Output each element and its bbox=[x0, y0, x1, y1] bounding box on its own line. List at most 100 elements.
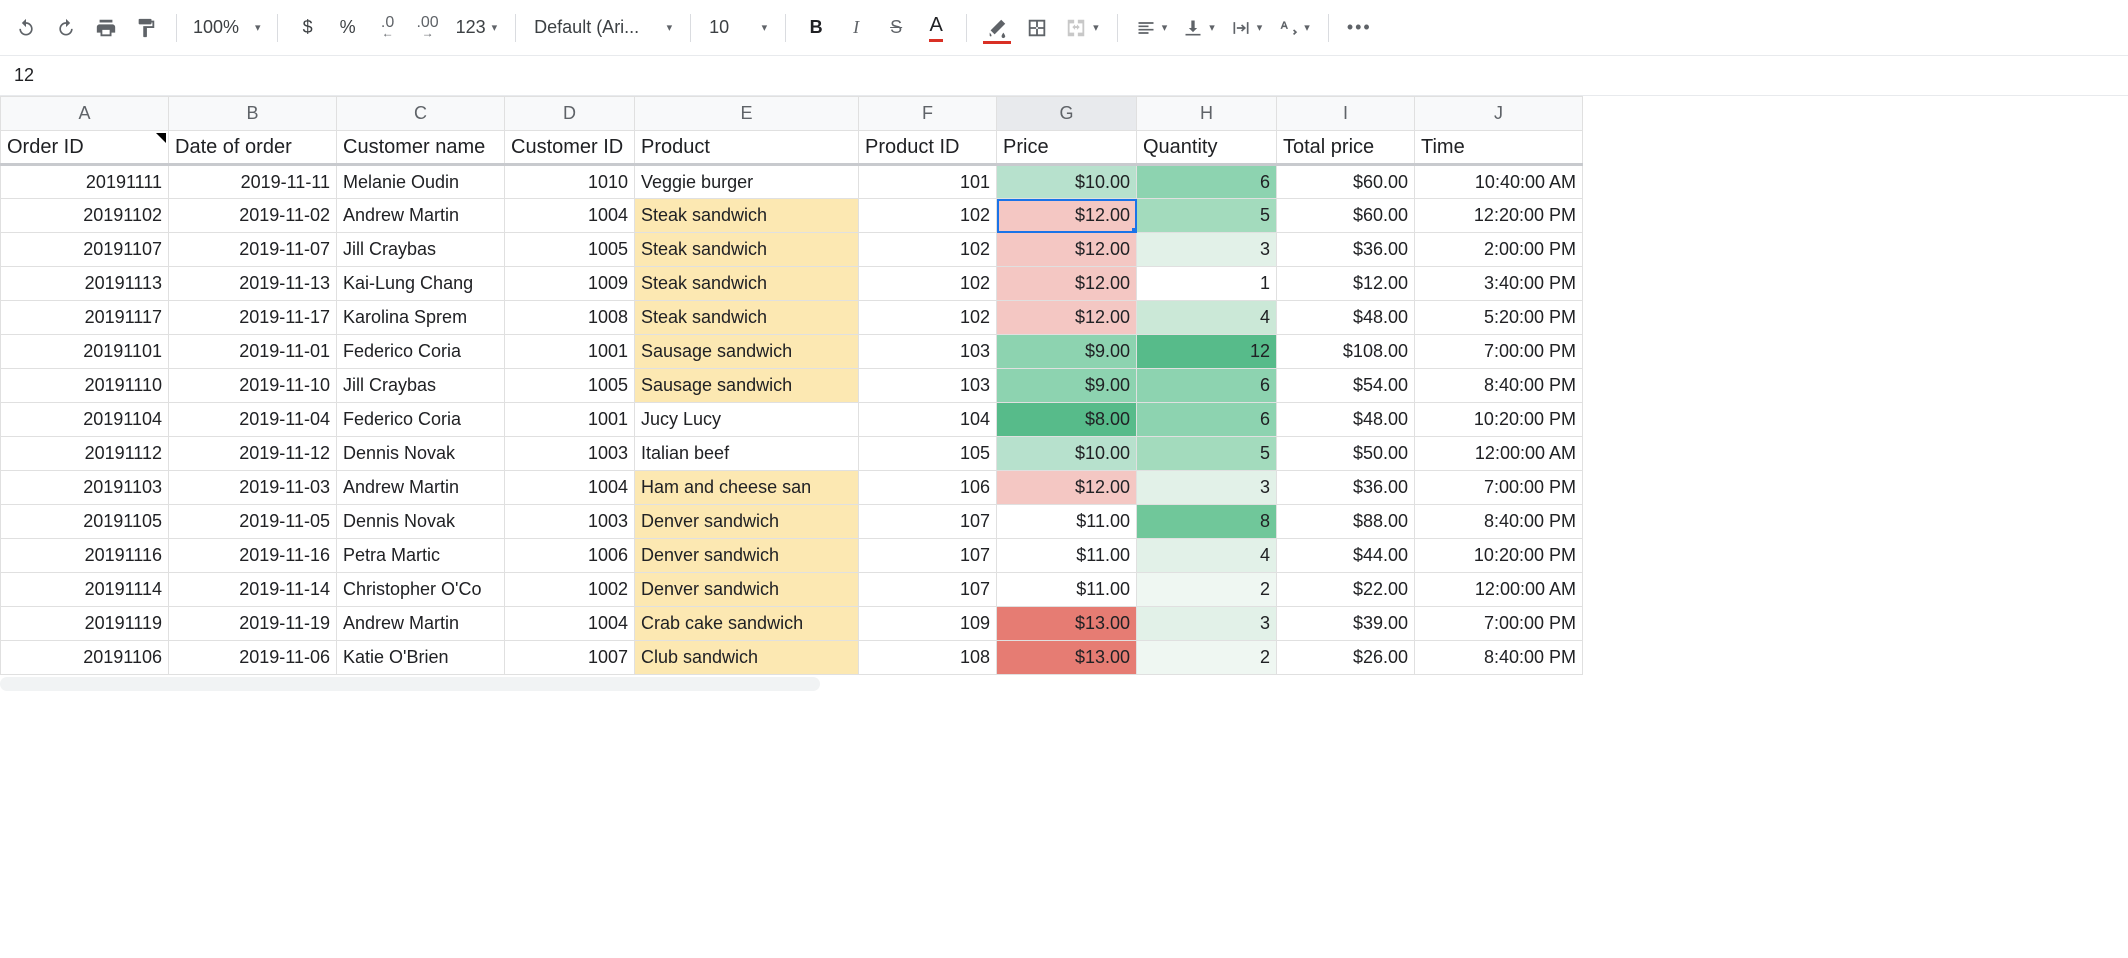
cell-D[interactable]: 1003 bbox=[505, 505, 635, 539]
cell-C[interactable]: Jill Craybas bbox=[337, 369, 505, 403]
cell-G[interactable]: $11.00 bbox=[997, 539, 1137, 573]
column-header-E[interactable]: E bbox=[635, 97, 859, 131]
column-header-F[interactable]: F bbox=[859, 97, 997, 131]
cell-E[interactable]: Club sandwich bbox=[635, 641, 859, 675]
cell-C[interactable]: Petra Martic bbox=[337, 539, 505, 573]
cell-J[interactable]: 8:40:00 PM bbox=[1415, 505, 1583, 539]
cell-G[interactable]: $9.00 bbox=[997, 335, 1137, 369]
cell-C[interactable]: Federico Coria bbox=[337, 403, 505, 437]
cell-I[interactable]: $48.00 bbox=[1277, 301, 1415, 335]
cell-B[interactable]: 2019-11-17 bbox=[169, 301, 337, 335]
cell-B[interactable]: 2019-11-14 bbox=[169, 573, 337, 607]
cell-J[interactable]: 7:00:00 PM bbox=[1415, 335, 1583, 369]
cell-F[interactable]: 107 bbox=[859, 539, 997, 573]
cell-E[interactable]: Crab cake sandwich bbox=[635, 607, 859, 641]
cell-D[interactable]: 1005 bbox=[505, 233, 635, 267]
cell-F[interactable]: 109 bbox=[859, 607, 997, 641]
cell-J[interactable]: 8:40:00 PM bbox=[1415, 641, 1583, 675]
cell-B[interactable]: 2019-11-03 bbox=[169, 471, 337, 505]
cell-A[interactable]: 20191114 bbox=[1, 573, 169, 607]
header-cell-F[interactable]: Product ID bbox=[859, 131, 997, 165]
cell-B[interactable]: 2019-11-01 bbox=[169, 335, 337, 369]
cell-C[interactable]: Christopher O'Co bbox=[337, 573, 505, 607]
cell-J[interactable]: 7:00:00 PM bbox=[1415, 471, 1583, 505]
cell-C[interactable]: Katie O'Brien bbox=[337, 641, 505, 675]
cell-E[interactable]: Sausage sandwich bbox=[635, 369, 859, 403]
cell-A[interactable]: 20191101 bbox=[1, 335, 169, 369]
cell-F[interactable]: 102 bbox=[859, 267, 997, 301]
header-cell-C[interactable]: Customer name bbox=[337, 131, 505, 165]
cell-F[interactable]: 103 bbox=[859, 335, 997, 369]
cell-H[interactable]: 3 bbox=[1137, 607, 1277, 641]
cell-H[interactable]: 5 bbox=[1137, 199, 1277, 233]
cell-F[interactable]: 102 bbox=[859, 233, 997, 267]
cell-I[interactable]: $36.00 bbox=[1277, 233, 1415, 267]
header-cell-G[interactable]: Price bbox=[997, 131, 1137, 165]
cell-F[interactable]: 104 bbox=[859, 403, 997, 437]
cell-A[interactable]: 20191105 bbox=[1, 505, 169, 539]
redo-button[interactable] bbox=[48, 10, 84, 46]
cell-B[interactable]: 2019-11-06 bbox=[169, 641, 337, 675]
cell-B[interactable]: 2019-11-07 bbox=[169, 233, 337, 267]
cell-H[interactable]: 3 bbox=[1137, 233, 1277, 267]
cell-D[interactable]: 1002 bbox=[505, 573, 635, 607]
cell-H[interactable]: 4 bbox=[1137, 301, 1277, 335]
header-cell-D[interactable]: Customer ID bbox=[505, 131, 635, 165]
cell-C[interactable]: Kai-Lung Chang bbox=[337, 267, 505, 301]
borders-button[interactable] bbox=[1019, 10, 1055, 46]
cell-J[interactable]: 3:40:00 PM bbox=[1415, 267, 1583, 301]
fill-color-button[interactable] bbox=[979, 10, 1015, 46]
cell-I[interactable]: $50.00 bbox=[1277, 437, 1415, 471]
text-rotation-dropdown[interactable] bbox=[1272, 10, 1316, 46]
bold-button[interactable]: B bbox=[798, 10, 834, 46]
cell-D[interactable]: 1004 bbox=[505, 471, 635, 505]
cell-A[interactable]: 20191116 bbox=[1, 539, 169, 573]
cell-B[interactable]: 2019-11-02 bbox=[169, 199, 337, 233]
cell-C[interactable]: Karolina Sprem bbox=[337, 301, 505, 335]
cell-H[interactable]: 1 bbox=[1137, 267, 1277, 301]
cell-G[interactable]: $13.00 bbox=[997, 607, 1137, 641]
column-header-I[interactable]: I bbox=[1277, 97, 1415, 131]
cell-C[interactable]: Dennis Novak bbox=[337, 437, 505, 471]
cell-H[interactable]: 6 bbox=[1137, 369, 1277, 403]
cell-J[interactable]: 12:00:00 AM bbox=[1415, 573, 1583, 607]
cell-I[interactable]: $39.00 bbox=[1277, 607, 1415, 641]
cell-A[interactable]: 20191104 bbox=[1, 403, 169, 437]
cell-A[interactable]: 20191107 bbox=[1, 233, 169, 267]
cell-C[interactable]: Andrew Martin bbox=[337, 471, 505, 505]
cell-A[interactable]: 20191110 bbox=[1, 369, 169, 403]
cell-J[interactable]: 12:00:00 AM bbox=[1415, 437, 1583, 471]
cell-E[interactable]: Jucy Lucy bbox=[635, 403, 859, 437]
horizontal-scrollbar[interactable] bbox=[0, 677, 820, 691]
column-header-G[interactable]: G bbox=[997, 97, 1137, 131]
cell-D[interactable]: 1007 bbox=[505, 641, 635, 675]
font-size-dropdown[interactable]: 10 bbox=[703, 10, 773, 46]
cell-E[interactable]: Veggie burger bbox=[635, 165, 859, 199]
cell-D[interactable]: 1006 bbox=[505, 539, 635, 573]
merge-cells-dropdown[interactable] bbox=[1059, 10, 1105, 46]
cell-I[interactable]: $44.00 bbox=[1277, 539, 1415, 573]
print-button[interactable] bbox=[88, 10, 124, 46]
cell-D[interactable]: 1001 bbox=[505, 335, 635, 369]
header-cell-A[interactable]: Order ID bbox=[1, 131, 169, 165]
decrease-decimal-button[interactable]: .0← bbox=[370, 10, 406, 46]
more-toolbar-button[interactable]: ••• bbox=[1341, 10, 1378, 46]
cell-H[interactable]: 6 bbox=[1137, 165, 1277, 199]
cell-B[interactable]: 2019-11-19 bbox=[169, 607, 337, 641]
cell-I[interactable]: $88.00 bbox=[1277, 505, 1415, 539]
paint-format-button[interactable] bbox=[128, 10, 164, 46]
cell-C[interactable]: Dennis Novak bbox=[337, 505, 505, 539]
cell-H[interactable]: 12 bbox=[1137, 335, 1277, 369]
header-cell-E[interactable]: Product bbox=[635, 131, 859, 165]
cell-G[interactable]: $12.00 bbox=[997, 301, 1137, 335]
cell-H[interactable]: 8 bbox=[1137, 505, 1277, 539]
cell-F[interactable]: 107 bbox=[859, 573, 997, 607]
cell-H[interactable]: 3 bbox=[1137, 471, 1277, 505]
cell-J[interactable]: 10:20:00 PM bbox=[1415, 403, 1583, 437]
cell-B[interactable]: 2019-11-13 bbox=[169, 267, 337, 301]
cell-F[interactable]: 102 bbox=[859, 301, 997, 335]
header-cell-J[interactable]: Time bbox=[1415, 131, 1583, 165]
cell-D[interactable]: 1008 bbox=[505, 301, 635, 335]
cell-J[interactable]: 8:40:00 PM bbox=[1415, 369, 1583, 403]
column-header-B[interactable]: B bbox=[169, 97, 337, 131]
